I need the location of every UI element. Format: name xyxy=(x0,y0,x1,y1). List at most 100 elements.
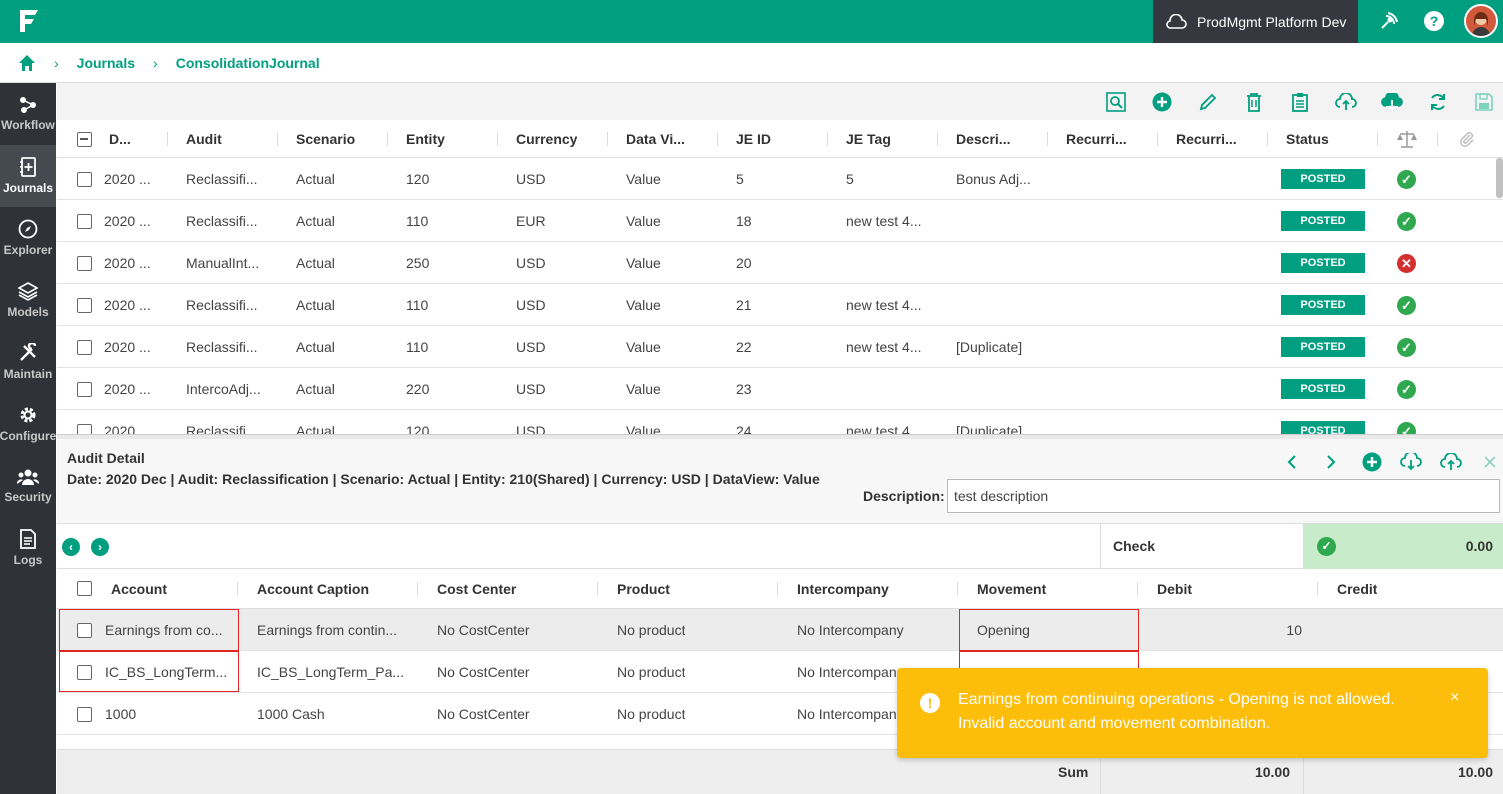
table-row[interactable]: 2020 ... Reclassifi... Actual 120 USD Value 24… xyxy=(57,410,1503,434)
cell-debit[interactable]: 10 xyxy=(1140,609,1302,651)
sidebar-item-models[interactable]: Models xyxy=(0,269,56,331)
column-header-je-id[interactable]: JE ID xyxy=(736,120,771,158)
sidebar: Workflow Journals Explorer Models Mainta… xyxy=(0,83,56,794)
add-line-icon[interactable] xyxy=(1361,451,1383,473)
cell-currency: USD xyxy=(516,297,546,313)
column-header-scenario[interactable]: Scenario xyxy=(296,120,355,158)
cell-caption[interactable]: 1000 Cash xyxy=(257,693,325,735)
toast-close-icon[interactable]: × xyxy=(1450,689,1459,707)
delete-icon[interactable] xyxy=(1243,91,1265,113)
refresh-icon[interactable] xyxy=(1427,91,1449,113)
column-header-data-view[interactable]: Data Vi... xyxy=(626,120,685,158)
edit-icon[interactable] xyxy=(1197,91,1219,113)
upload-cloud-icon[interactable] xyxy=(1440,451,1462,473)
cell-account[interactable]: 1000 xyxy=(105,693,136,735)
column-header-account[interactable]: Account xyxy=(111,569,167,609)
download-cloud-icon[interactable] xyxy=(1381,91,1403,113)
workflow-icon xyxy=(20,97,36,113)
cell-caption[interactable]: IC_BS_LongTerm_Pa... xyxy=(257,651,404,693)
select-all-lines-checkbox[interactable] xyxy=(77,581,92,596)
row-checkbox[interactable] xyxy=(77,382,92,397)
close-icon[interactable] xyxy=(1479,451,1501,473)
scroll-left-icon[interactable]: ‹ xyxy=(62,538,80,556)
row-checkbox[interactable] xyxy=(77,172,92,187)
description-input[interactable] xyxy=(947,479,1500,513)
column-header-debit[interactable]: Debit xyxy=(1157,569,1192,609)
column-header-date[interactable]: D... xyxy=(109,120,143,158)
row-checkbox[interactable] xyxy=(77,340,92,355)
cell-audit: Reclassifi... xyxy=(186,297,258,313)
table-row[interactable]: 2020 ... Reclassifi... Actual 120 USD Value 5 5… xyxy=(57,158,1503,200)
cell-costcenter[interactable]: No CostCenter xyxy=(437,609,530,651)
download-cloud-icon[interactable] xyxy=(1400,451,1422,473)
cell-intercompany[interactable]: No Intercompan xyxy=(797,693,897,735)
sidebar-item-explorer[interactable]: Explorer xyxy=(0,207,56,269)
column-header-entity[interactable]: Entity xyxy=(406,120,445,158)
table-row[interactable]: Earnings from co... Earnings from contin.… xyxy=(57,609,1503,651)
cell-costcenter[interactable]: No CostCenter xyxy=(437,651,530,693)
column-header-account-caption[interactable]: Account Caption xyxy=(257,569,369,609)
column-header-recurring-1[interactable]: Recurri... xyxy=(1066,120,1127,158)
check-ok-icon: ✓ xyxy=(1397,380,1416,399)
home-icon[interactable] xyxy=(18,54,36,72)
breadcrumb-consolidation-journal[interactable]: ConsolidationJournal xyxy=(176,55,320,71)
sidebar-item-workflow[interactable]: Workflow xyxy=(0,83,56,145)
breadcrumb-journals[interactable]: Journals xyxy=(77,55,135,71)
table-row[interactable]: 2020 ... Reclassifi... Actual 110 USD Value 21… xyxy=(57,284,1503,326)
row-checkbox[interactable] xyxy=(77,298,92,313)
sidebar-item-maintain[interactable]: Maintain xyxy=(0,331,56,393)
balance-icon[interactable] xyxy=(1397,130,1417,148)
broadcast-icon[interactable] xyxy=(1376,8,1402,34)
row-checkbox[interactable] xyxy=(77,707,92,722)
cell-intercompany[interactable]: No Intercompan xyxy=(797,651,897,693)
cell-product[interactable]: No product xyxy=(617,693,685,735)
journals-grid-scrollbar[interactable] xyxy=(1496,158,1503,198)
column-header-credit[interactable]: Credit xyxy=(1337,569,1377,609)
column-header-recurring-2[interactable]: Recurri... xyxy=(1176,120,1237,158)
cell-costcenter[interactable]: No CostCenter xyxy=(437,693,530,735)
cell-dataview: Value xyxy=(626,255,661,271)
column-header-je-tag[interactable]: JE Tag xyxy=(846,120,891,158)
column-header-product[interactable]: Product xyxy=(617,569,670,609)
cell-credit[interactable] xyxy=(1320,609,1482,651)
attachment-icon[interactable] xyxy=(1459,131,1475,147)
table-row[interactable]: 2020 ... IntercoAdj... Actual 220 USD Value 23… xyxy=(57,368,1503,410)
table-row[interactable]: 2020 ... ManualInt... Actual 250 USD Value 20 P… xyxy=(57,242,1503,284)
column-header-audit[interactable]: Audit xyxy=(186,120,222,158)
column-header-currency[interactable]: Currency xyxy=(516,120,577,158)
sidebar-item-journals[interactable]: Journals xyxy=(0,145,56,207)
upload-cloud-icon[interactable] xyxy=(1335,91,1357,113)
sidebar-item-configure[interactable]: Configure xyxy=(0,393,56,455)
cell-audit: Reclassifi... xyxy=(186,213,258,229)
sidebar-item-logs[interactable]: Logs xyxy=(0,517,56,579)
table-row[interactable]: 2020 ... Reclassifi... Actual 110 USD Value 22… xyxy=(57,326,1503,368)
sidebar-item-security[interactable]: Security xyxy=(0,455,56,517)
user-avatar[interactable] xyxy=(1464,4,1498,38)
clipboard-icon[interactable] xyxy=(1289,91,1311,113)
row-checkbox[interactable] xyxy=(77,214,92,229)
save-icon[interactable] xyxy=(1473,91,1495,113)
column-header-movement[interactable]: Movement xyxy=(977,569,1046,609)
column-header-status[interactable]: Status xyxy=(1286,120,1329,158)
search-report-icon[interactable] xyxy=(1105,91,1127,113)
help-icon[interactable]: ? xyxy=(1421,8,1447,34)
select-all-checkbox[interactable] xyxy=(77,132,92,147)
row-checkbox[interactable] xyxy=(77,256,92,271)
chevron-right-icon[interactable] xyxy=(1320,451,1342,473)
add-icon[interactable] xyxy=(1151,91,1173,113)
chevron-left-icon[interactable] xyxy=(1281,451,1303,473)
cell-entity: 110 xyxy=(406,213,429,229)
column-header-intercompany[interactable]: Intercompany xyxy=(797,569,889,609)
row-checkbox[interactable] xyxy=(77,424,92,434)
column-header-cost-center[interactable]: Cost Center xyxy=(437,569,516,609)
table-row[interactable]: 2020 ... Reclassifi... Actual 110 EUR Value 18… xyxy=(57,200,1503,242)
column-header-description[interactable]: Descri... xyxy=(956,120,1010,158)
cell-jeid: 22 xyxy=(736,339,752,355)
scroll-right-icon[interactable]: › xyxy=(91,538,109,556)
cell-intercompany[interactable]: No Intercompany xyxy=(797,609,904,651)
logo-icon[interactable] xyxy=(14,6,44,36)
cell-caption[interactable]: Earnings from contin... xyxy=(257,609,397,651)
cell-product[interactable]: No product xyxy=(617,651,685,693)
cell-product[interactable]: No product xyxy=(617,609,685,651)
environment-selector[interactable]: ProdMgmt Platform Dev xyxy=(1153,0,1358,43)
